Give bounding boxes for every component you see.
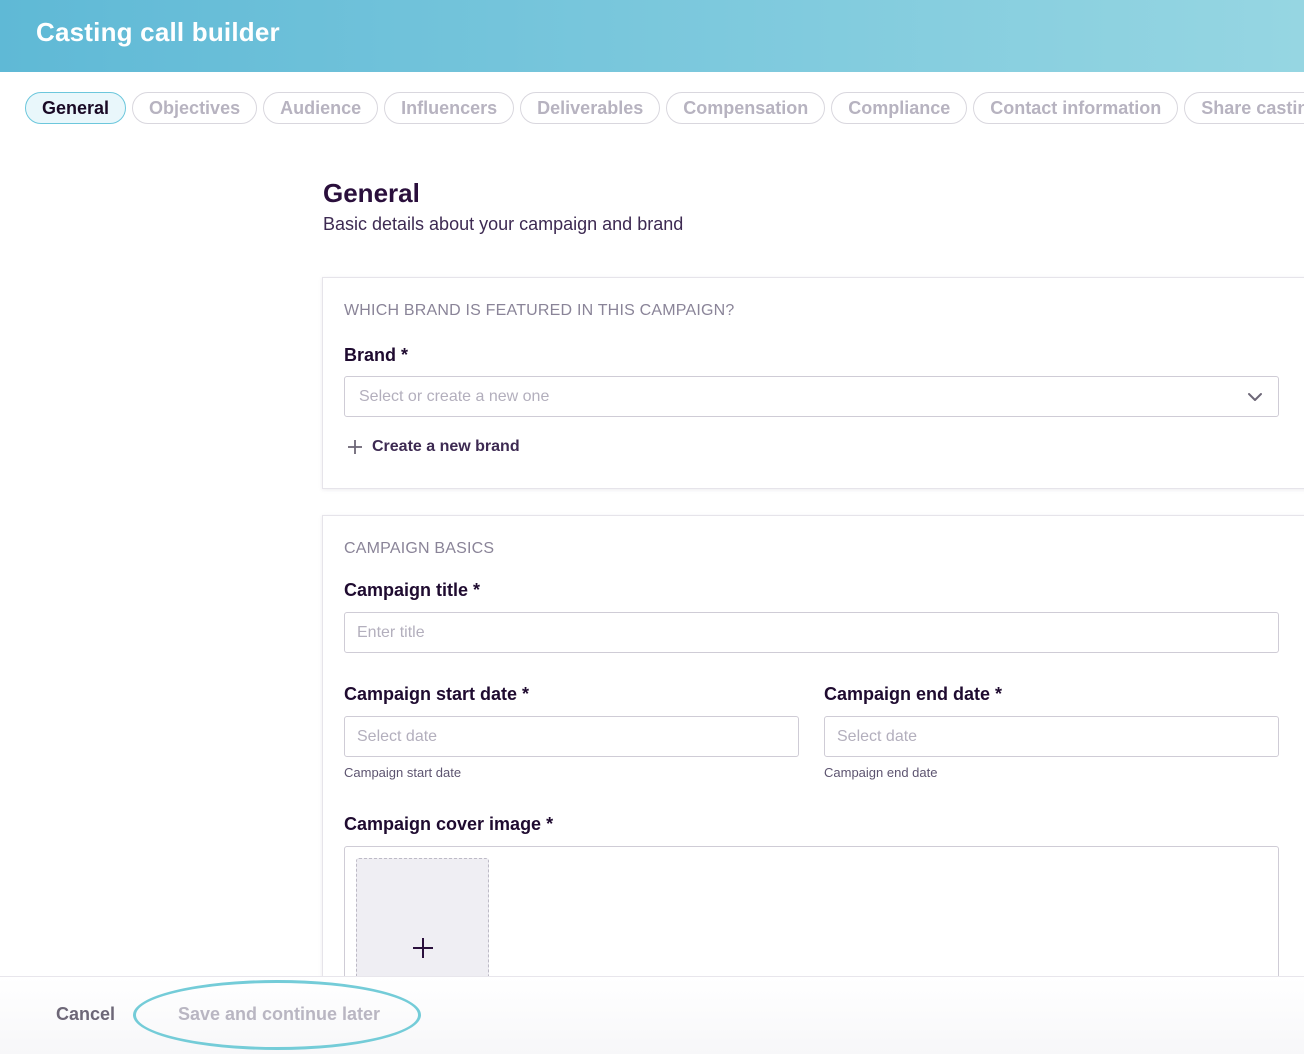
end-date-input[interactable]: Select date [824,716,1279,757]
brand-card-heading: WHICH BRAND IS FEATURED IN THIS CAMPAIGN… [344,302,735,319]
tab-contact-information[interactable]: Contact information [973,92,1179,124]
start-date-input[interactable]: Select date [344,716,799,757]
step-tabs: General Objectives Audience Influencers … [25,92,1304,124]
create-brand-link[interactable]: Create a new brand [346,438,520,456]
plus-icon [412,938,433,958]
brand-select[interactable]: Select or create a new one [344,376,1279,417]
campaign-title-placeholder: Enter title [357,623,425,641]
brand-card: WHICH BRAND IS FEATURED IN THIS CAMPAIGN… [322,277,1304,489]
page-header-title: Casting call builder [36,17,280,47]
start-date-placeholder: Select date [357,727,438,745]
brand-select-placeholder: Select or create a new one [359,387,550,405]
section-subtitle: Basic details about your campaign and br… [323,214,684,234]
start-date-helper: Campaign start date [344,765,462,780]
campaign-basics-card: CAMPAIGN BASICS Campaign title * Enter t… [322,515,1304,1054]
brand-label: Brand * [344,345,409,365]
start-date-label: Campaign start date * [344,684,530,704]
tab-general[interactable]: General [25,92,127,124]
cover-image-label: Campaign cover image * [344,814,554,834]
casting-call-builder-page: Casting call builder General Objectives … [0,0,1304,1054]
footer-bar: Cancel Save and continue later [0,976,1304,1054]
campaign-basics-heading: CAMPAIGN BASICS [344,540,495,557]
save-and-continue-later-button[interactable]: Save and continue later [178,1004,380,1025]
section-title: General [323,178,420,208]
tab-audience[interactable]: Audience [263,92,379,124]
create-brand-label: Create a new brand [372,438,520,455]
tab-deliverables[interactable]: Deliverables [520,92,661,124]
tab-compensation[interactable]: Compensation [666,92,826,124]
cancel-button[interactable]: Cancel [56,1004,115,1025]
end-date-helper: Campaign end date [824,765,938,780]
campaign-title-input[interactable]: Enter title [344,612,1279,653]
end-date-placeholder: Select date [837,727,918,745]
end-date-label: Campaign end date * [824,684,1003,704]
chevron-down-icon [1248,393,1262,401]
tab-share-casting-call[interactable]: Share casting call [1184,92,1304,124]
tab-objectives[interactable]: Objectives [132,92,258,124]
tab-compliance[interactable]: Compliance [831,92,968,124]
tab-influencers[interactable]: Influencers [384,92,515,124]
plus-icon [348,440,362,454]
campaign-title-label: Campaign title * [344,580,481,600]
app-header: Casting call builder [0,0,1304,72]
